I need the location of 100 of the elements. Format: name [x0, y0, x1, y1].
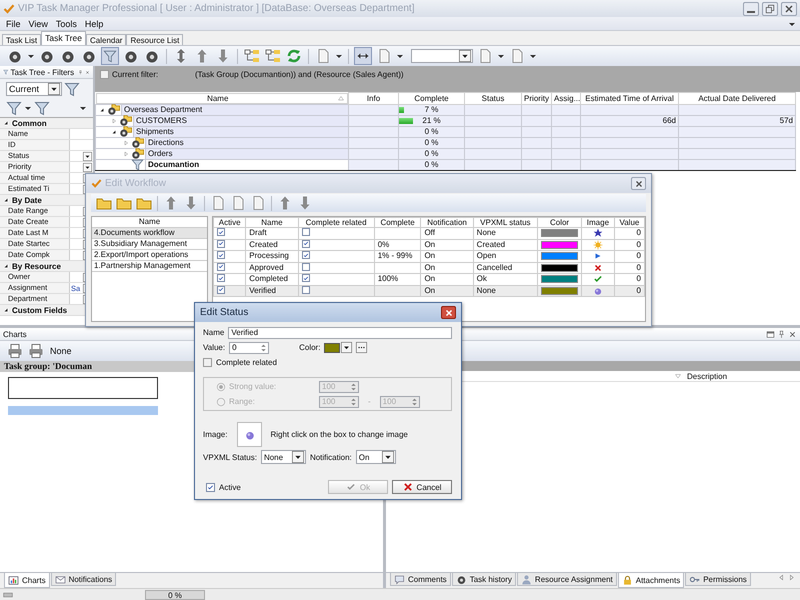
task-name[interactable]: Overseas Department [121, 104, 348, 114]
close-icon [634, 178, 644, 188]
scroll-left-icon[interactable] [777, 573, 786, 582]
column-header[interactable]: Value [614, 218, 644, 228]
table-cell: On [424, 262, 436, 272]
vpxml-dropdown[interactable]: None [260, 450, 306, 464]
column-header[interactable]: Priority [522, 92, 552, 104]
sort-icon[interactable] [337, 94, 345, 102]
column-header[interactable]: Actual Date Delivered [678, 92, 796, 104]
table-cell: 0 [636, 286, 641, 295]
tab[interactable]: Comments [390, 573, 451, 586]
column-header[interactable]: Complete [398, 92, 464, 104]
checkbox[interactable] [302, 228, 310, 236]
checkbox[interactable] [206, 482, 215, 492]
tree-icon[interactable] [243, 47, 261, 65]
window-icon[interactable] [766, 330, 775, 338]
folder-icon [131, 147, 144, 160]
tab[interactable]: Notifications [50, 573, 116, 586]
filter-expression: (Task Group (Documantion)) and (Resource (Sales Agent)) [195, 70, 404, 79]
value-spinner[interactable]: 0 [229, 342, 270, 354]
column-header[interactable]: Active [214, 218, 246, 228]
column-header[interactable]: VPXML status [473, 218, 538, 228]
column-header[interactable]: Color [538, 218, 582, 228]
checkbox[interactable] [217, 228, 225, 236]
group-label: By Date [12, 196, 42, 204]
sort-icon[interactable] [674, 372, 682, 380]
list-item[interactable]: 1.Partnership Management [92, 261, 207, 272]
more-button-icon[interactable] [356, 342, 368, 353]
minimize-button[interactable] [743, 2, 759, 16]
close-button[interactable] [781, 2, 797, 16]
combo-box[interactable] [411, 49, 473, 63]
tab[interactable]: Task Tree [41, 31, 86, 45]
filter-label: Current filter: [112, 70, 160, 79]
task-name[interactable]: Shipments [133, 126, 348, 136]
chart-type-dropdown[interactable]: None [48, 344, 108, 358]
table-cell: Created [249, 240, 278, 249]
expand-icon[interactable] [2, 262, 10, 270]
checkbox[interactable] [203, 358, 212, 367]
menu-item[interactable]: File [4, 18, 23, 28]
restore-button[interactable] [762, 2, 778, 16]
menu-item[interactable]: Tools [54, 18, 79, 28]
checkbox[interactable] [302, 274, 310, 282]
column-header[interactable]: Complete [374, 218, 421, 228]
view-dropdown[interactable]: Current [6, 82, 62, 96]
tab[interactable]: Task history [452, 573, 516, 586]
list-item[interactable]: 2.Export/Import operations [92, 250, 207, 261]
folder-icon [131, 136, 144, 149]
column-header[interactable]: Assig... [552, 92, 580, 104]
menu-item[interactable]: Help [82, 18, 106, 28]
list-item[interactable]: 3.Subsidiary Management [92, 239, 207, 250]
close-button[interactable] [441, 306, 456, 319]
refresh-icon[interactable] [285, 47, 303, 65]
list-item[interactable]: 4.Documents workflow [92, 228, 207, 239]
color-picker[interactable] [324, 342, 352, 353]
field-label: Name [203, 328, 224, 337]
pin-icon[interactable] [777, 330, 786, 338]
expand-icon[interactable] [2, 119, 10, 127]
scroll-right-icon[interactable] [787, 573, 796, 582]
checkbox[interactable] [217, 251, 225, 259]
menu-item[interactable]: View [26, 18, 50, 28]
tree-icon[interactable] [264, 47, 282, 65]
tab[interactable]: Resource List [126, 34, 184, 45]
column-header[interactable]: Name [246, 218, 298, 228]
window-title: VIP Task Manager Professional [ User : Administrator ] [DataBase: Overseas Department] [18, 3, 414, 14]
field-label: Notification: [310, 452, 352, 462]
tab[interactable]: Resource Assignment [516, 573, 617, 586]
tab[interactable]: Permissions [685, 573, 751, 586]
column-header[interactable]: Status [464, 92, 522, 104]
expand-icon[interactable] [2, 196, 10, 204]
notification-dropdown[interactable]: On [356, 450, 396, 464]
column-header[interactable]: Info [348, 92, 398, 104]
image-box[interactable] [237, 422, 262, 447]
task-name[interactable]: CUSTOMERS [133, 116, 348, 126]
pin-icon[interactable] [78, 68, 84, 76]
printer-icon[interactable] [6, 342, 24, 360]
column-header[interactable]: Description [687, 372, 728, 380]
close-icon[interactable] [788, 330, 797, 338]
printer-icon[interactable] [27, 342, 45, 360]
expand-icon[interactable] [2, 306, 10, 314]
tab[interactable]: Calendar [86, 34, 126, 45]
table-cell: Processing [249, 251, 289, 260]
check-icon [592, 274, 603, 284]
checkbox[interactable] [217, 274, 225, 282]
fit-width-icon[interactable] [354, 47, 372, 65]
column-header[interactable]: Image [582, 218, 614, 228]
name-field[interactable]: Verified [228, 326, 452, 338]
column-header[interactable]: Notification [420, 218, 474, 228]
group-header[interactable]: Common [0, 118, 93, 129]
tab[interactable]: Task List [2, 34, 42, 45]
column-header[interactable]: Estimated Time of Arrival [580, 92, 678, 104]
cancel-button[interactable]: Cancel [392, 480, 452, 494]
column-header[interactable]: Name [96, 92, 348, 104]
column-header[interactable]: Complete related [298, 218, 374, 228]
task-name[interactable]: Orders [145, 148, 348, 158]
checkbox[interactable] [100, 70, 109, 79]
task-name[interactable]: Directions [145, 138, 348, 148]
tab[interactable]: Attachments [618, 573, 684, 588]
checkbox[interactable] [302, 251, 310, 259]
app-logo-icon [91, 178, 102, 189]
tab[interactable]: Charts [4, 573, 50, 588]
